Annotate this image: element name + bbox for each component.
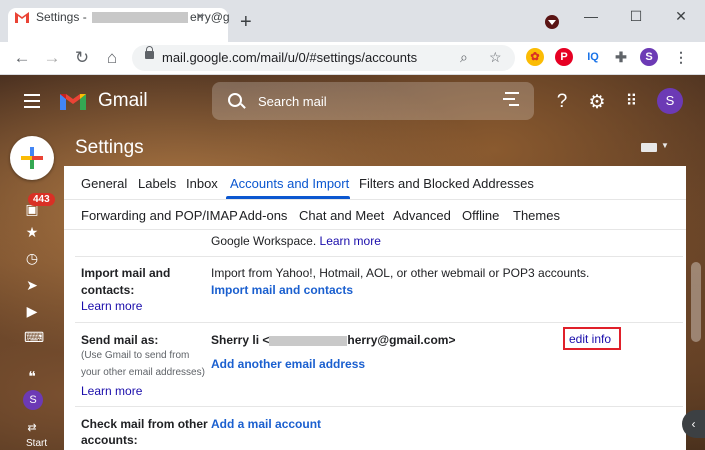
bookmark-star-icon[interactable]: ☆ [489,49,502,66]
tab-accounts-and-import[interactable]: Accounts and Import [230,176,349,191]
extensions-puzzle-icon[interactable]: ✚ [612,48,630,66]
import-description: Import from Yahoo!, Hotmail, AOL, or oth… [211,266,590,280]
meet-video-icon[interactable]: ▶ [24,304,40,318]
zoom-search-icon[interactable]: ⌕ [460,49,468,66]
extension-fruit-icon[interactable]: ✿ [526,48,544,66]
search-input[interactable]: Search mail [258,94,327,109]
pinterest-icon[interactable]: P [555,48,573,66]
search-icon[interactable] [228,93,242,107]
check-mail-label-line2: accounts: [81,433,138,447]
settings-gear-icon[interactable]: ⚙ [586,91,608,114]
account-avatar[interactable]: S [657,88,683,114]
edit-info-link[interactable]: edit info [569,332,611,346]
side-panel-toggle-icon[interactable]: ‹ [682,410,705,438]
send-as-name: Sherry li < [211,333,270,347]
maximize-button[interactable]: ☐ [621,8,651,25]
section-divider [75,322,683,323]
tabs-divider [64,199,686,200]
tab-close-icon[interactable]: × [196,8,204,24]
apps-grid-icon[interactable]: ⠿ [620,91,642,111]
import-mail-contacts-link[interactable]: Import mail and contacts [211,283,353,297]
close-window-button[interactable]: ✕ [666,8,696,25]
url-text[interactable]: mail.google.com/mail/u/0/#settings/accou… [162,50,417,65]
reload-button[interactable]: ↻ [70,46,94,70]
inbox-unread-badge: 443 [28,193,55,206]
tabs-divider-2 [64,229,686,230]
keyboard-icon[interactable]: ⌨ [24,330,44,344]
import-label-line2: contacts: [81,283,135,297]
tab-general[interactable]: General [81,176,127,191]
start-chat-icon[interactable]: ⇄ [24,421,40,435]
sent-icon[interactable]: ➤ [24,278,40,292]
send-as-address: Sherry li < herry@gmail.com> [211,333,455,347]
import-label-line1: Import mail and [81,266,171,280]
tab-forwarding[interactable]: Forwarding and POP/IMAP [81,208,238,223]
workspace-text: Google Workspace. Learn more [211,234,381,248]
gmail-wordmark: Gmail [98,90,148,111]
send-as-learn-more-link[interactable]: Learn more [81,384,142,398]
redaction-block [269,335,348,346]
tab-inbox[interactable]: Inbox [186,176,218,191]
start-chat-label[interactable]: Start [26,438,47,449]
tab-add-ons[interactable]: Add-ons [239,208,287,223]
browser-menu-icon[interactable]: ⋮ [672,48,690,66]
section-divider [75,406,683,407]
main-menu-icon[interactable] [24,94,40,112]
new-tab-button[interactable]: + [240,12,252,32]
chevron-down-icon[interactable]: ▼ [661,141,669,150]
help-icon[interactable]: ? [551,91,573,113]
tab-search-icon[interactable] [545,15,559,29]
tab-themes[interactable]: Themes [513,208,560,223]
gmail-favicon-icon [15,12,29,23]
send-as-label: Send mail as: [81,333,159,347]
send-as-help-line2: your other email addresses) [81,367,205,378]
lock-icon[interactable] [145,46,154,59]
workspace-learn-more-link[interactable]: Learn more [320,234,381,248]
back-button[interactable]: ← [10,46,34,70]
profile-avatar[interactable]: S [640,48,658,66]
chat-user-avatar[interactable]: S [23,390,43,410]
forward-button[interactable]: → [40,46,64,70]
page-title: Settings [75,137,144,158]
check-mail-label-line1: Check mail from other [81,417,208,431]
tab-offline[interactable]: Offline [462,208,499,223]
gmail-logo-icon [60,94,86,110]
starred-icon[interactable]: ★ [24,225,40,239]
section-divider [75,256,683,257]
page-scrollbar[interactable] [691,262,701,342]
compose-button[interactable] [10,136,54,180]
tab-filters[interactable]: Filters and Blocked Addresses [359,176,534,191]
tab-advanced[interactable]: Advanced [393,208,451,223]
minimize-button[interactable]: — [576,8,606,24]
redaction-block [92,12,189,24]
import-learn-more-link[interactable]: Learn more [81,299,142,313]
workspace-label: Google Workspace. [211,234,317,248]
tab-labels[interactable]: Labels [138,176,176,191]
search-options-icon[interactable] [503,92,519,110]
add-mail-account-link[interactable]: Add a mail account [211,417,321,431]
chat-icon[interactable]: ❝ [24,369,40,383]
tab-title-prefix: Settings - [36,10,91,24]
send-as-email: herry@gmail.com> [347,333,456,347]
send-as-help-line1: (Use Gmail to send from [81,350,190,361]
add-another-email-link[interactable]: Add another email address [211,357,365,371]
iq-icon[interactable]: IQ [584,48,602,66]
snoozed-clock-icon[interactable]: ◷ [24,251,40,265]
home-button[interactable]: ⌂ [100,46,124,70]
tab-chat-and-meet[interactable]: Chat and Meet [299,208,384,223]
input-tools-icon[interactable] [641,143,657,152]
